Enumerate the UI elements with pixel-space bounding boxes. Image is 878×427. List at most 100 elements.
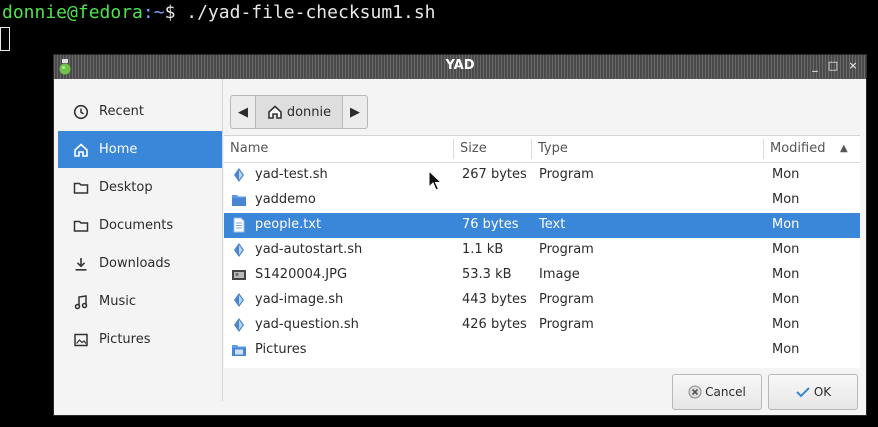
file-name: people.txt — [255, 217, 322, 232]
file-size: 53.3 kB — [462, 267, 512, 282]
cancel-button[interactable]: Cancel — [672, 374, 762, 410]
file-size: 443 bytes — [462, 292, 527, 307]
sidebar-item-home[interactable]: Home — [58, 131, 222, 168]
places-sidebar: Recent Home Desktop Documents Downloads … — [58, 79, 223, 401]
home-icon — [72, 141, 90, 159]
clock-icon — [72, 103, 90, 121]
yad-file-dialog: YAD _ □ × Recent Home Desktop Documents … — [54, 55, 866, 415]
file-size: 76 bytes — [462, 217, 519, 232]
table-row[interactable]: yad-question.sh 426 bytes Program Mon — [224, 313, 860, 338]
script-icon — [234, 168, 244, 182]
folder-icon — [72, 217, 90, 235]
file-name: yad-question.sh — [255, 317, 359, 332]
terminal-cursor — [0, 27, 10, 51]
path-back-button[interactable]: ◀ — [231, 96, 255, 128]
sidebar-item-label: Documents — [99, 218, 174, 233]
file-type: Program — [539, 167, 594, 182]
file-name: S1420004.JPG — [255, 267, 348, 282]
sidebar-item-downloads[interactable]: Downloads — [58, 245, 222, 282]
file-modified: Mon — [772, 167, 800, 182]
file-modified: Mon — [772, 192, 800, 207]
text-file-icon — [233, 217, 245, 233]
mouse-pointer-icon — [428, 170, 442, 191]
window-title: YAD — [445, 58, 475, 73]
home-icon — [268, 105, 282, 119]
file-type: Program — [539, 317, 594, 332]
ok-label: OK — [813, 385, 832, 399]
file-size: 267 bytes — [462, 167, 527, 182]
ok-icon — [795, 385, 811, 399]
cancel-icon — [688, 385, 702, 399]
prompt-path: :~ — [142, 2, 165, 23]
column-modified[interactable]: Modified — [770, 141, 825, 156]
ok-button[interactable]: OK — [768, 374, 858, 410]
file-name: Pictures — [255, 342, 307, 357]
download-icon — [72, 255, 90, 273]
file-name: yaddemo — [255, 192, 316, 207]
path-forward-button[interactable]: ▶ — [343, 96, 367, 128]
sidebar-item-label: Home — [99, 142, 138, 157]
file-modified: Mon — [772, 242, 800, 257]
file-modified: Mon — [772, 342, 800, 357]
table-row[interactable]: yaddemo Mon — [224, 188, 860, 213]
folder-icon — [232, 195, 246, 206]
table-row[interactable]: Pictures Mon — [224, 338, 860, 363]
terminal-prompt-line: donnie@fedora:~$ ./yad-file-checksum1.sh — [2, 2, 436, 24]
file-size: 426 bytes — [462, 317, 527, 332]
sidebar-item-pictures[interactable]: Pictures — [58, 321, 222, 358]
prompt-command: ./yad-file-checksum1.sh — [175, 2, 436, 23]
sidebar-item-documents[interactable]: Documents — [58, 207, 222, 244]
file-list-header: Name Size Type Modified ▲ — [224, 136, 860, 163]
file-modified: Mon — [772, 217, 800, 232]
prompt-symbol: $ — [164, 2, 176, 23]
script-icon — [234, 293, 244, 307]
file-modified: Mon — [772, 292, 800, 307]
table-row[interactable]: people.txt 76 bytes Text Mon — [224, 213, 860, 238]
table-row[interactable]: yad-autostart.sh 1.1 kB Program Mon — [224, 238, 860, 263]
column-separator[interactable] — [453, 139, 454, 159]
table-row[interactable]: S1420004.JPG 53.3 kB Image Mon — [224, 263, 860, 288]
picture-icon — [72, 331, 90, 349]
column-separator[interactable] — [763, 139, 764, 159]
table-row[interactable]: yad-image.sh 443 bytes Program Mon — [224, 288, 860, 313]
sidebar-item-label: Recent — [99, 104, 144, 119]
sort-ascending-icon: ▲ — [840, 143, 848, 154]
close-button[interactable]: × — [846, 58, 860, 74]
sidebar-item-label: Pictures — [99, 332, 151, 347]
path-home-button[interactable]: donnie — [255, 96, 343, 128]
sidebar-item-label: Downloads — [99, 256, 171, 271]
file-type: Text — [539, 217, 566, 232]
sidebar-item-recent[interactable]: Recent — [58, 93, 222, 130]
script-icon — [234, 243, 244, 257]
path-home-label: donnie — [286, 104, 332, 120]
column-name[interactable]: Name — [230, 141, 268, 156]
table-row[interactable]: yad-test.sh 267 bytes Program Mon — [224, 163, 860, 188]
file-name: yad-image.sh — [255, 292, 344, 307]
sidebar-item-desktop[interactable]: Desktop — [58, 169, 222, 206]
sidebar-item-label: Music — [99, 294, 136, 309]
file-type: Program — [539, 242, 594, 257]
window-titlebar[interactable]: YAD _ □ × — [54, 55, 866, 79]
sidebar-item-label: Desktop — [99, 180, 153, 195]
script-icon — [234, 318, 244, 332]
file-name: yad-autostart.sh — [255, 242, 363, 257]
file-type: Image — [539, 267, 580, 282]
file-list[interactable]: Name Size Type Modified ▲ yad-test.sh 26… — [224, 135, 860, 368]
file-modified: Mon — [772, 317, 800, 332]
column-type[interactable]: Type — [538, 141, 568, 156]
sidebar-item-music[interactable]: Music — [58, 283, 222, 320]
pictures-folder-icon — [232, 345, 246, 356]
music-icon — [72, 293, 90, 311]
column-separator[interactable] — [531, 139, 532, 159]
file-modified: Mon — [772, 267, 800, 282]
file-name: yad-test.sh — [255, 167, 328, 182]
file-type: Program — [539, 292, 594, 307]
path-bar: ◀ donnie ▶ — [230, 95, 368, 129]
image-file-icon — [232, 270, 246, 280]
maximize-button[interactable]: □ — [826, 58, 840, 74]
file-rows: yad-test.sh 267 bytes Program Mon yaddem… — [224, 163, 860, 363]
minimize-button[interactable]: _ — [808, 58, 822, 74]
column-size[interactable]: Size — [460, 141, 487, 156]
prompt-user-host: donnie@fedora — [2, 2, 143, 23]
cancel-label: Cancel — [705, 385, 746, 399]
